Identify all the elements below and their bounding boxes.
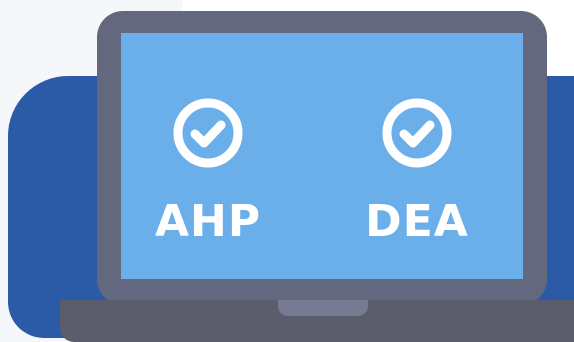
laptop-notch [278, 300, 368, 316]
check-circle-icon [171, 96, 245, 170]
laptop-illustration: AHP DEA [0, 0, 574, 342]
check-circle-icon [380, 96, 454, 170]
method-label-ahp: AHP [154, 196, 262, 247]
method-label-dea: DEA [365, 196, 469, 247]
